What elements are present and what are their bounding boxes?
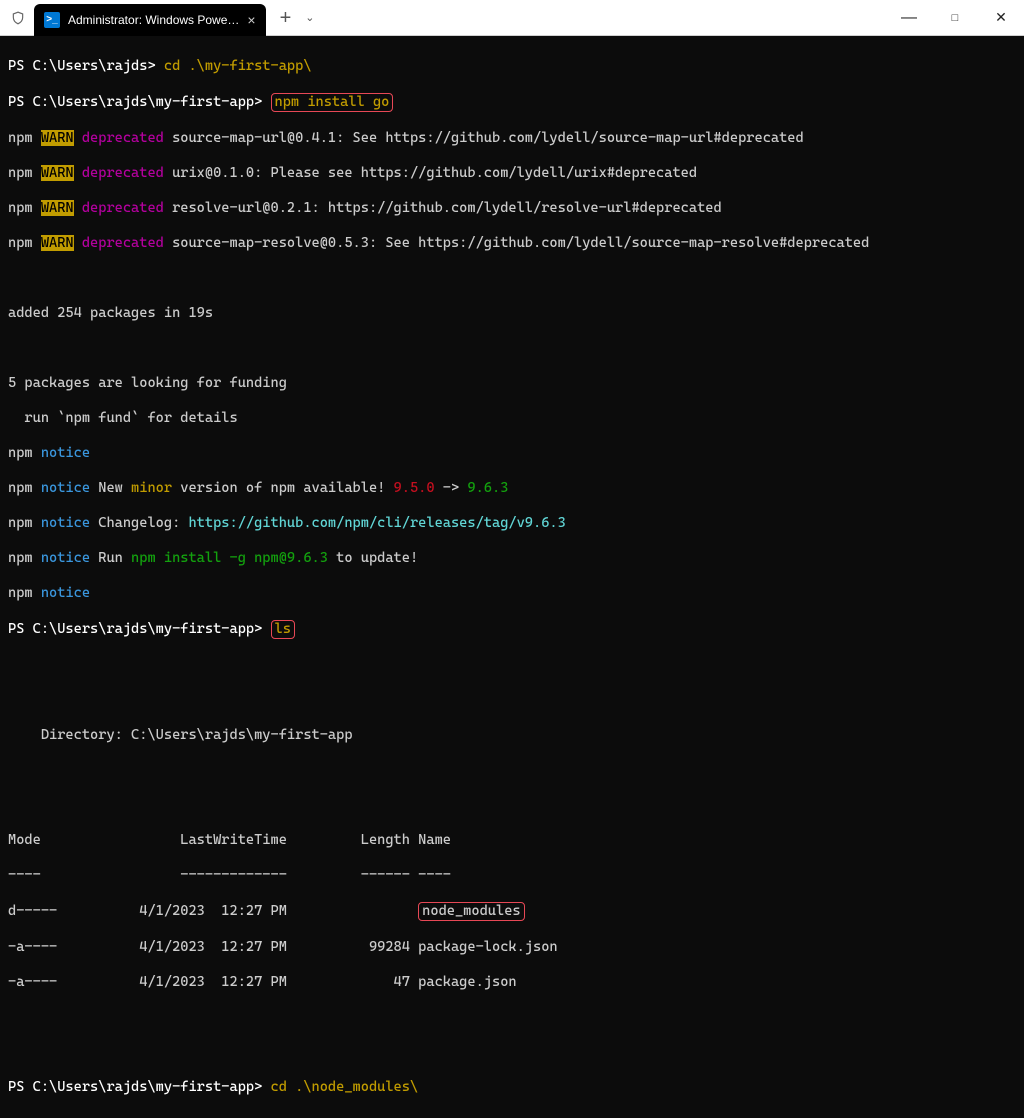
table-row: d----- 4/1/2023 12:27 PM — [8, 903, 418, 919]
window-controls: — □ ✕ — [886, 0, 1024, 35]
prompt: PS C:\Users\rajds\my-first-app> — [8, 94, 271, 110]
highlight-node-modules: node_modules — [418, 902, 524, 922]
window-titlebar: >_ Administrator: Windows Powe… × + ⌄ — … — [0, 0, 1024, 36]
warn-badge: WARN — [41, 235, 74, 251]
prompt: PS C:\Users\rajds\my-first-app> — [8, 1079, 271, 1095]
table-header-underline: ---- ------------- ------ ---- — [8, 867, 451, 883]
command-text: cd .\my-first-app\ — [164, 58, 312, 74]
warn-badge: WARN — [41, 165, 74, 181]
deprecated-label: deprecated — [82, 130, 164, 146]
command-text: npm install go — [275, 94, 390, 110]
new-tab-button[interactable]: + — [280, 8, 292, 28]
close-window-button[interactable]: ✕ — [978, 0, 1024, 35]
maximize-button[interactable]: □ — [932, 0, 978, 35]
new-version: 9.6.3 — [467, 480, 508, 496]
output-text: run `npm fund` for details — [8, 410, 238, 426]
warn-badge: WARN — [41, 200, 74, 216]
npm-label: npm — [8, 200, 41, 216]
changelog-link[interactable]: https://github.com/npm/cli/releases/tag/… — [188, 515, 565, 531]
command-text: ls — [275, 621, 291, 637]
tab-dropdown-icon[interactable]: ⌄ — [305, 11, 314, 24]
npm-label: npm — [8, 445, 41, 461]
notice-label: notice — [41, 550, 90, 566]
old-version: 9.5.0 — [394, 480, 435, 496]
notice-label: notice — [41, 445, 90, 461]
tab-title: Administrator: Windows Powe… — [68, 13, 239, 27]
folder-name: node_modules — [422, 903, 520, 919]
npm-label: npm — [8, 130, 41, 146]
table-row: -a---- 4/1/2023 12:27 PM 47 package.json — [8, 974, 517, 990]
notice-label: notice — [41, 515, 90, 531]
tab-powershell[interactable]: >_ Administrator: Windows Powe… × — [34, 4, 266, 36]
minimize-button[interactable]: — — [886, 0, 932, 35]
npm-label: npm — [8, 585, 41, 601]
deprecated-label: deprecated — [82, 200, 164, 216]
npm-label: npm — [8, 550, 41, 566]
notice-label: notice — [41, 480, 90, 496]
output-text: added 254 packages in 19s — [8, 305, 213, 321]
command-text: cd .\node_modules\ — [271, 1079, 419, 1095]
warn-text: source-map-resolve@0.5.3: See https://gi… — [164, 235, 869, 251]
table-row: -a---- 4/1/2023 12:27 PM 99284 package-l… — [8, 939, 558, 955]
highlight-ls: ls — [271, 620, 295, 640]
warn-text: urix@0.1.0: Please see https://github.co… — [164, 165, 697, 181]
terminal-output[interactable]: PS C:\Users\rajds> cd .\my-first-app\ PS… — [0, 36, 1024, 1118]
notice-label: notice — [41, 585, 90, 601]
npm-label: npm — [8, 165, 41, 181]
npm-label: npm — [8, 235, 41, 251]
warn-badge: WARN — [41, 130, 74, 146]
npm-label: npm — [8, 480, 41, 496]
prompt: PS C:\Users\rajds\my-first-app> — [8, 621, 271, 637]
version-word: minor — [131, 480, 172, 496]
output-text: 5 packages are looking for funding — [8, 375, 287, 391]
update-command: npm install -g npm@9.6.3 — [131, 550, 328, 566]
close-tab-icon[interactable]: × — [247, 12, 255, 28]
deprecated-label: deprecated — [82, 235, 164, 251]
directory-label: Directory: C:\Users\rajds\my-first-app — [8, 727, 353, 743]
warn-text: source-map-url@0.4.1: See https://github… — [164, 130, 804, 146]
powershell-icon: >_ — [44, 12, 60, 28]
npm-label: npm — [8, 515, 41, 531]
deprecated-label: deprecated — [82, 165, 164, 181]
highlight-npm-install: npm install go — [271, 93, 394, 113]
shield-icon — [6, 11, 30, 25]
table-header: Mode LastWriteTime Length Name — [8, 832, 451, 848]
prompt: PS C:\Users\rajds> — [8, 58, 164, 74]
warn-text: resolve-url@0.2.1: https://github.com/ly… — [164, 200, 722, 216]
